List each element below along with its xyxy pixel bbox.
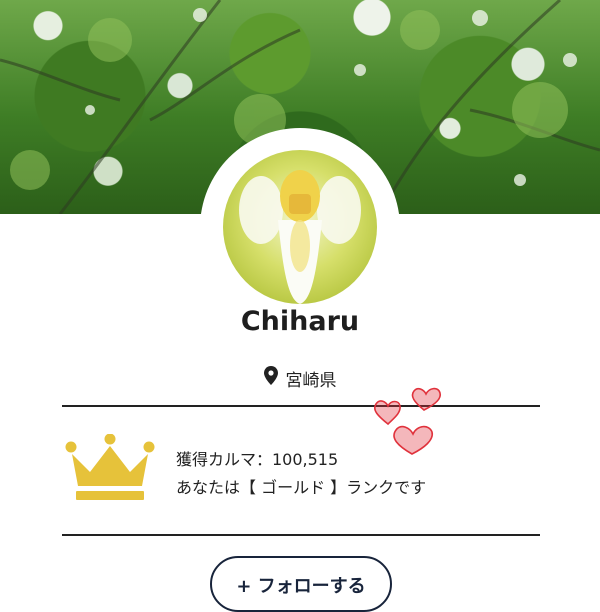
profile-name: Chiharu [240, 306, 360, 337]
divider-top [62, 405, 540, 407]
hearts-icon [366, 376, 450, 456]
map-pin-icon [263, 366, 278, 390]
avatar[interactable] [223, 150, 377, 304]
divider-bottom [62, 534, 540, 536]
karma-points: 獲得カルマ：100,515 [176, 450, 339, 469]
location-text: 宮崎県 [285, 370, 337, 391]
karma-info: 獲得カルマ：100,515 あなたは【 ゴールド 】ランクです [176, 446, 426, 502]
location-row: 宮崎県 [0, 366, 600, 391]
rank-message: あなたは【 ゴールド 】ランクです [176, 478, 427, 497]
crown-icon [62, 433, 158, 502]
follow-button[interactable]: + フォローする [210, 556, 392, 612]
